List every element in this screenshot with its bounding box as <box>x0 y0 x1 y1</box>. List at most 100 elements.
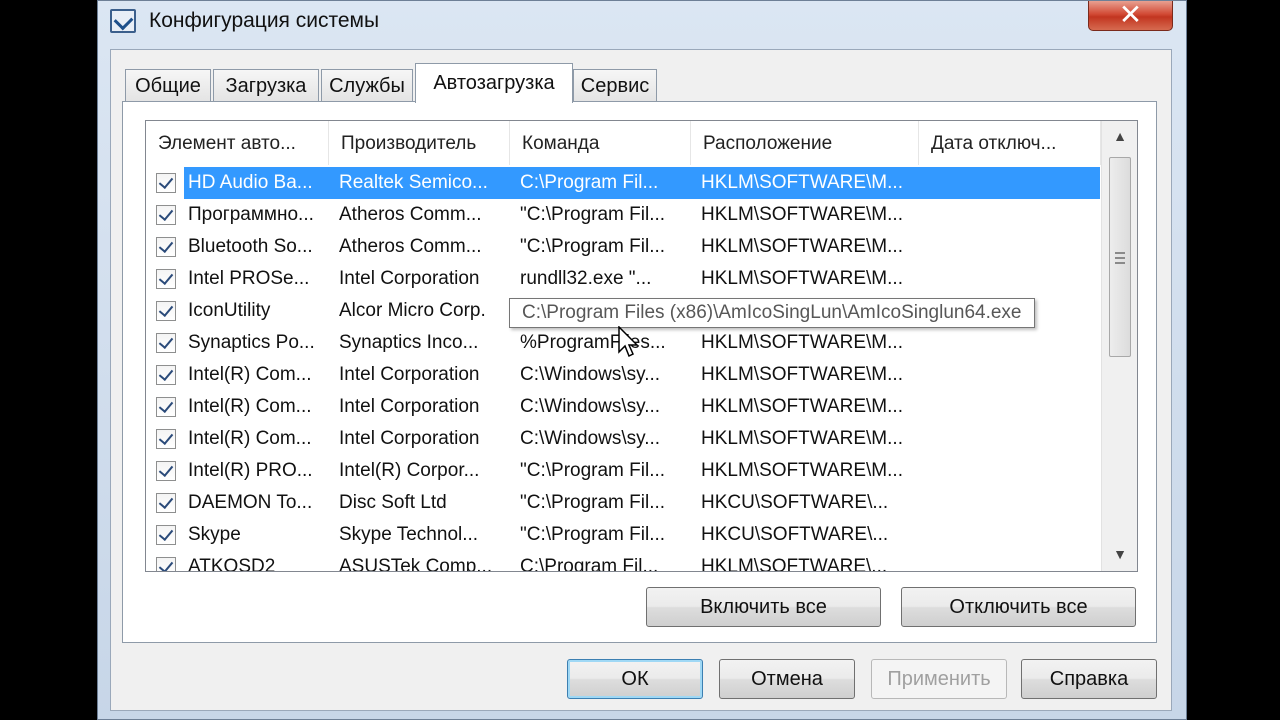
command-tooltip: C:\Program Files (x86)\AmIcoSingLun\AmIc… <box>509 298 1035 328</box>
cell-command: "C:\Program Fil... <box>520 524 666 545</box>
cell-command: C:\Windows\sy... <box>520 364 661 385</box>
grip-icon <box>1115 252 1125 264</box>
table-row[interactable]: Intel(R) Com... Intel Corporation C:\Windo… <box>146 359 1101 391</box>
cell-location: HKLM\SOFTWARE\M... <box>701 428 903 449</box>
cell-location: HKLM\SOFTWARE\M... <box>701 268 903 289</box>
cell-item: Synaptics Po... <box>188 332 315 353</box>
cell-command: "C:\Program Fil... <box>520 492 666 513</box>
cell-vendor: Intel Corporation <box>339 268 480 289</box>
cell-command: C:\Program Fil... <box>520 172 659 193</box>
cell-date <box>929 167 1099 199</box>
cell-location: HKLM\SOFTWARE\M... <box>701 204 903 225</box>
cell-vendor: Intel Corporation <box>339 364 480 385</box>
cell-item: ATKOSD2 <box>188 556 276 572</box>
table-row[interactable]: Intel(R) Com... Intel Corporation C:\Windo… <box>146 423 1101 455</box>
enable-all-button[interactable]: Включить все <box>646 587 881 627</box>
cell-location: HKLM\SOFTWARE\M... <box>701 364 903 385</box>
cell-command: "C:\Program Fil... <box>520 236 666 257</box>
cell-item: Bluetooth So... <box>188 236 313 257</box>
row-checkbox[interactable] <box>156 269 176 289</box>
cell-date <box>929 391 1099 423</box>
ok-button[interactable]: ОК <box>567 659 703 699</box>
cell-item: Intel(R) PRO... <box>188 460 313 481</box>
tab-1[interactable]: Загрузка <box>213 69 319 101</box>
column-header[interactable]: Производитель <box>329 121 510 165</box>
tab-0[interactable]: Общие <box>125 69 211 101</box>
cell-date <box>929 455 1099 487</box>
cell-item: IconUtility <box>188 300 271 321</box>
cell-location: HKCU\SOFTWARE\... <box>701 524 889 545</box>
row-checkbox[interactable] <box>156 365 176 385</box>
table-row[interactable]: DAEMON To... Disc Soft Ltd "C:\Program Fil… <box>146 487 1101 519</box>
table-row[interactable]: ATKOSD2 ASUSTek Comp... C:\Program Fil... H… <box>146 551 1101 572</box>
msconfig-icon <box>110 9 136 33</box>
cell-command: %ProgramFiles... <box>520 332 666 353</box>
cell-date <box>929 423 1099 455</box>
close-button[interactable]: ✕ <box>1088 0 1173 31</box>
scroll-down-icon[interactable]: ▼ <box>1102 539 1137 569</box>
cell-item: HD Audio Ba... <box>188 172 313 193</box>
row-checkbox[interactable] <box>156 429 176 449</box>
cell-item: Skype <box>188 524 241 545</box>
column-header[interactable]: Дата отключ... <box>919 121 1101 165</box>
title-bar[interactable]: Конфигурация системы ✕ <box>98 0 1186 45</box>
column-header[interactable]: Элемент авто... <box>146 121 329 165</box>
row-checkbox[interactable] <box>156 301 176 321</box>
cell-vendor: Synaptics Inco... <box>339 332 479 353</box>
table-row[interactable]: HD Audio Ba... Realtek Semico... C:\Progra… <box>146 167 1101 199</box>
window-title: Конфигурация системы <box>149 9 380 32</box>
column-header[interactable]: Команда <box>510 121 691 165</box>
vertical-scrollbar[interactable]: ▲ ▼ <box>1101 121 1137 571</box>
cell-date <box>929 327 1099 359</box>
row-checkbox[interactable] <box>156 173 176 193</box>
apply-button[interactable]: Применить <box>871 659 1007 699</box>
row-checkbox[interactable] <box>156 237 176 257</box>
row-checkbox[interactable] <box>156 205 176 225</box>
close-icon: ✕ <box>1118 0 1143 30</box>
cell-item: Программно... <box>188 204 314 225</box>
cell-command: "C:\Program Fil... <box>520 204 666 225</box>
cell-location: HKCU\SOFTWARE\... <box>701 492 889 513</box>
cell-command: rundll32.exe "... <box>520 268 652 289</box>
cell-item: Intel PROSe... <box>188 268 310 289</box>
cell-item: Intel(R) Com... <box>188 428 312 449</box>
startup-list[interactable]: Элемент авто... Производитель Команда Распо… <box>145 120 1138 572</box>
cell-vendor: Atheros Comm... <box>339 236 482 257</box>
cell-vendor: Intel(R) Corpor... <box>339 460 480 481</box>
startup-tab-panel: Элемент авто... Производитель Команда Распо… <box>122 101 1157 643</box>
row-checkbox[interactable] <box>156 525 176 545</box>
row-checkbox[interactable] <box>156 557 176 571</box>
disable-all-button[interactable]: Отключить все <box>901 587 1136 627</box>
cell-item: DAEMON To... <box>188 492 313 513</box>
cancel-button[interactable]: Отмена <box>719 659 855 699</box>
cell-date <box>929 199 1099 231</box>
cell-location: HKLM\SOFTWARE\... <box>701 556 888 572</box>
table-row[interactable]: Программно... Atheros Comm... "C:\Program … <box>146 199 1101 231</box>
table-row[interactable]: Bluetooth So... Atheros Comm... "C:\Progra… <box>146 231 1101 263</box>
list-header: Элемент авто... Производитель Команда Распо… <box>146 121 1101 165</box>
cell-vendor: Disc Soft Ltd <box>339 492 447 513</box>
cell-command: "C:\Program Fil... <box>520 460 666 481</box>
cell-location: HKLM\SOFTWARE\M... <box>701 396 903 417</box>
tab-2[interactable]: Службы <box>321 69 413 101</box>
help-button[interactable]: Справка <box>1021 659 1157 699</box>
row-checkbox[interactable] <box>156 397 176 417</box>
tab-3[interactable]: Автозагрузка <box>415 63 573 103</box>
cell-command: C:\Windows\sy... <box>520 396 661 417</box>
scroll-thumb[interactable] <box>1109 157 1131 357</box>
row-checkbox[interactable] <box>156 333 176 353</box>
cell-command: C:\Program Fil... <box>520 556 659 572</box>
table-row[interactable]: Intel PROSe... Intel Corporation rundll32.… <box>146 263 1101 295</box>
table-row[interactable]: Skype Skype Technol... "C:\Program Fil... H… <box>146 519 1101 551</box>
tab-4[interactable]: Сервис <box>573 69 657 101</box>
row-checkbox[interactable] <box>156 461 176 481</box>
column-header[interactable]: Расположение <box>691 121 919 165</box>
table-row[interactable]: Intel(R) PRO... Intel(R) Corpor... "C:\Pro… <box>146 455 1101 487</box>
cell-vendor: Alcor Micro Corp. <box>339 300 486 321</box>
row-checkbox[interactable] <box>156 493 176 513</box>
table-row[interactable]: Intel(R) Com... Intel Corporation C:\Windo… <box>146 391 1101 423</box>
cell-vendor: Intel Corporation <box>339 396 480 417</box>
msconfig-window: Конфигурация системы ✕ Общие Загрузка Служ… <box>97 0 1187 720</box>
scroll-up-icon[interactable]: ▲ <box>1102 121 1137 151</box>
cell-location: HKLM\SOFTWARE\M... <box>701 236 903 257</box>
